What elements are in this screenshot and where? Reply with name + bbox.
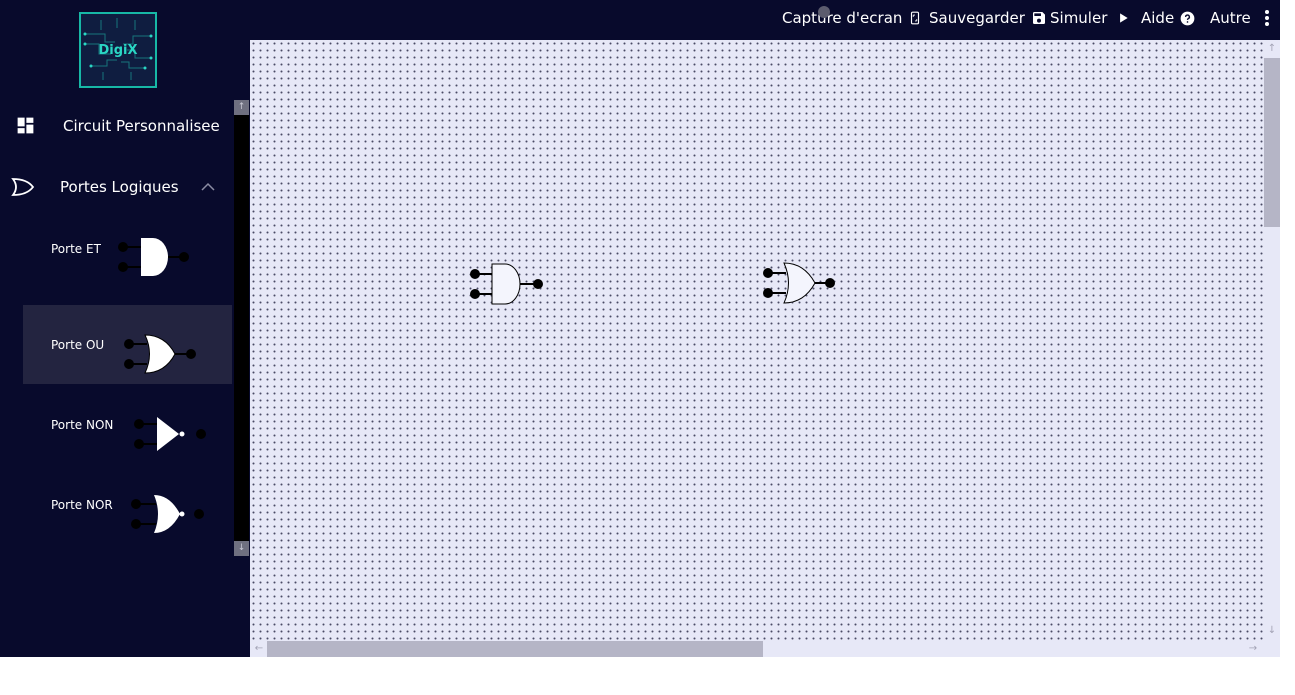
screenshot-label: Capture d'ecran: [782, 9, 903, 27]
help-button[interactable]: Aide: [1141, 9, 1195, 27]
help-label: Aide: [1141, 9, 1175, 27]
scroll-up-arrow-icon[interactable]: ↑: [1266, 43, 1278, 55]
screenshot-button[interactable]: Capture d'ecran: [782, 9, 922, 27]
sidebar-item-logic-gates[interactable]: Portes Logiques: [11, 176, 215, 198]
sidebar-item-label: Circuit Personnalisee: [63, 116, 220, 135]
gate-item-or[interactable]: Porte OU: [23, 305, 232, 384]
chevron-up-icon[interactable]: [201, 182, 215, 192]
horizontal-scroll-thumb[interactable]: [267, 641, 763, 657]
and-gate-icon: [118, 238, 189, 276]
mouse-cursor: [818, 6, 830, 18]
sidebar-item-custom-circuit[interactable]: Circuit Personnalisee: [15, 115, 220, 136]
or-gate-icon: [124, 334, 196, 374]
gate-label: Porte NOR: [51, 498, 113, 512]
gate-label: Porte ET: [51, 242, 101, 256]
more-button[interactable]: Autre: [1210, 9, 1273, 27]
help-icon: [1180, 11, 1195, 25]
simulate-button[interactable]: Simuler: [1050, 9, 1130, 27]
canvas-and-gate[interactable]: [465, 262, 547, 306]
gate-item-and[interactable]: Porte ET: [23, 218, 232, 297]
scrollbar-corner: [1263, 640, 1280, 657]
sidebar-scrollbar[interactable]: [234, 100, 249, 556]
save-label: Sauvegarder: [929, 9, 1025, 27]
phone-screenshot-icon: [911, 11, 920, 25]
nor-gate-icon: [131, 495, 204, 533]
gate-item-not[interactable]: Porte NON: [23, 385, 232, 464]
circuit-canvas[interactable]: [250, 40, 1280, 657]
scroll-down-arrow-icon[interactable]: ↓: [1266, 625, 1278, 637]
simulate-label: Simuler: [1050, 9, 1108, 27]
vertical-scroll-thumb[interactable]: [1264, 58, 1280, 227]
scroll-down-arrow-icon[interactable]: ↓: [234, 541, 249, 556]
save-icon: [1032, 12, 1045, 24]
sidebar-item-label: Portes Logiques: [60, 178, 179, 196]
logo-text: DigiX: [98, 43, 138, 58]
scroll-left-arrow-icon[interactable]: ←: [253, 643, 265, 655]
more-label: Autre: [1210, 9, 1251, 27]
gate-label: Porte NON: [51, 418, 114, 432]
gate-label: Porte OU: [51, 338, 105, 352]
app-logo: DigiX: [79, 12, 157, 88]
scroll-up-arrow-icon[interactable]: ↑: [234, 100, 249, 115]
scroll-right-arrow-icon[interactable]: →: [1247, 643, 1259, 655]
more-vert-icon: [1264, 10, 1269, 26]
dashboard-icon: [17, 117, 34, 134]
play-icon: [1120, 13, 1129, 23]
not-gate-icon: [134, 417, 206, 451]
save-button[interactable]: Sauvegarder: [929, 9, 1047, 27]
or-gate-outline-icon: [11, 178, 35, 196]
gate-item-nor[interactable]: Porte NOR: [23, 465, 232, 544]
canvas-or-gate[interactable]: [758, 261, 840, 305]
